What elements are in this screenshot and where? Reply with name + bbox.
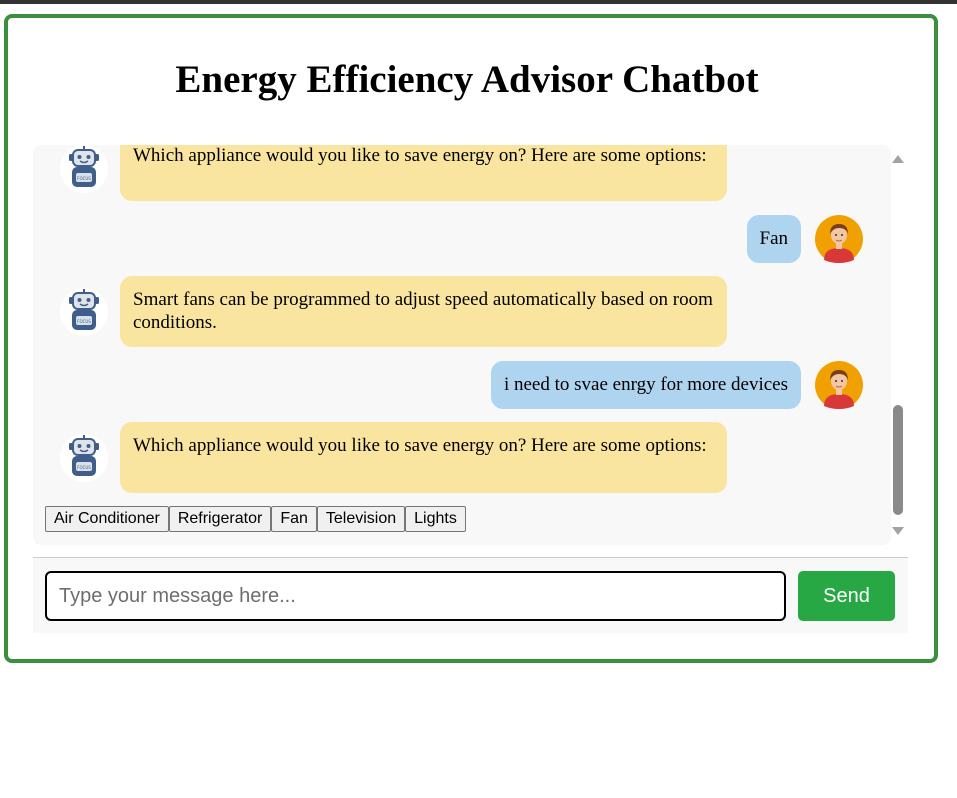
user-message: i need to svae enrgy for more devices: [490, 361, 801, 409]
scrollbar-thumb[interactable]: [893, 405, 903, 515]
bot-message: Which appliance would you like to save e…: [120, 145, 727, 201]
user-message: Fan: [746, 215, 801, 263]
appliance-options: Air Conditioner Refrigerator Fan Televis…: [45, 506, 466, 532]
robot-avatar-icon: [60, 145, 108, 193]
option-lights-button[interactable]: Lights: [405, 506, 466, 532]
robot-avatar-icon: [60, 288, 108, 336]
browser-top-bar: [0, 0, 957, 4]
bot-message: Smart fans can be programmed to adjust s…: [120, 276, 727, 347]
option-fan-button[interactable]: Fan: [271, 506, 317, 532]
option-refrigerator-button[interactable]: Refrigerator: [168, 506, 272, 532]
chat-messages-panel: Which appliance would you like to save e…: [33, 145, 891, 545]
page-title: Energy Efficiency Advisor Chatbot: [175, 58, 759, 101]
scroll-up-arrow-icon[interactable]: [892, 155, 904, 163]
option-air-conditioner-button[interactable]: Air Conditioner: [45, 506, 169, 532]
send-button[interactable]: Send: [798, 571, 895, 621]
option-television-button[interactable]: Television: [316, 506, 406, 532]
user-avatar-icon: [815, 215, 863, 263]
scroll-down-arrow-icon[interactable]: [892, 527, 904, 535]
message-input[interactable]: [45, 571, 786, 621]
robot-avatar-icon: [60, 434, 108, 482]
user-avatar-icon: [815, 361, 863, 409]
bot-message: Which appliance would you like to save e…: [120, 422, 727, 493]
chat-scrollbar[interactable]: [892, 145, 906, 545]
